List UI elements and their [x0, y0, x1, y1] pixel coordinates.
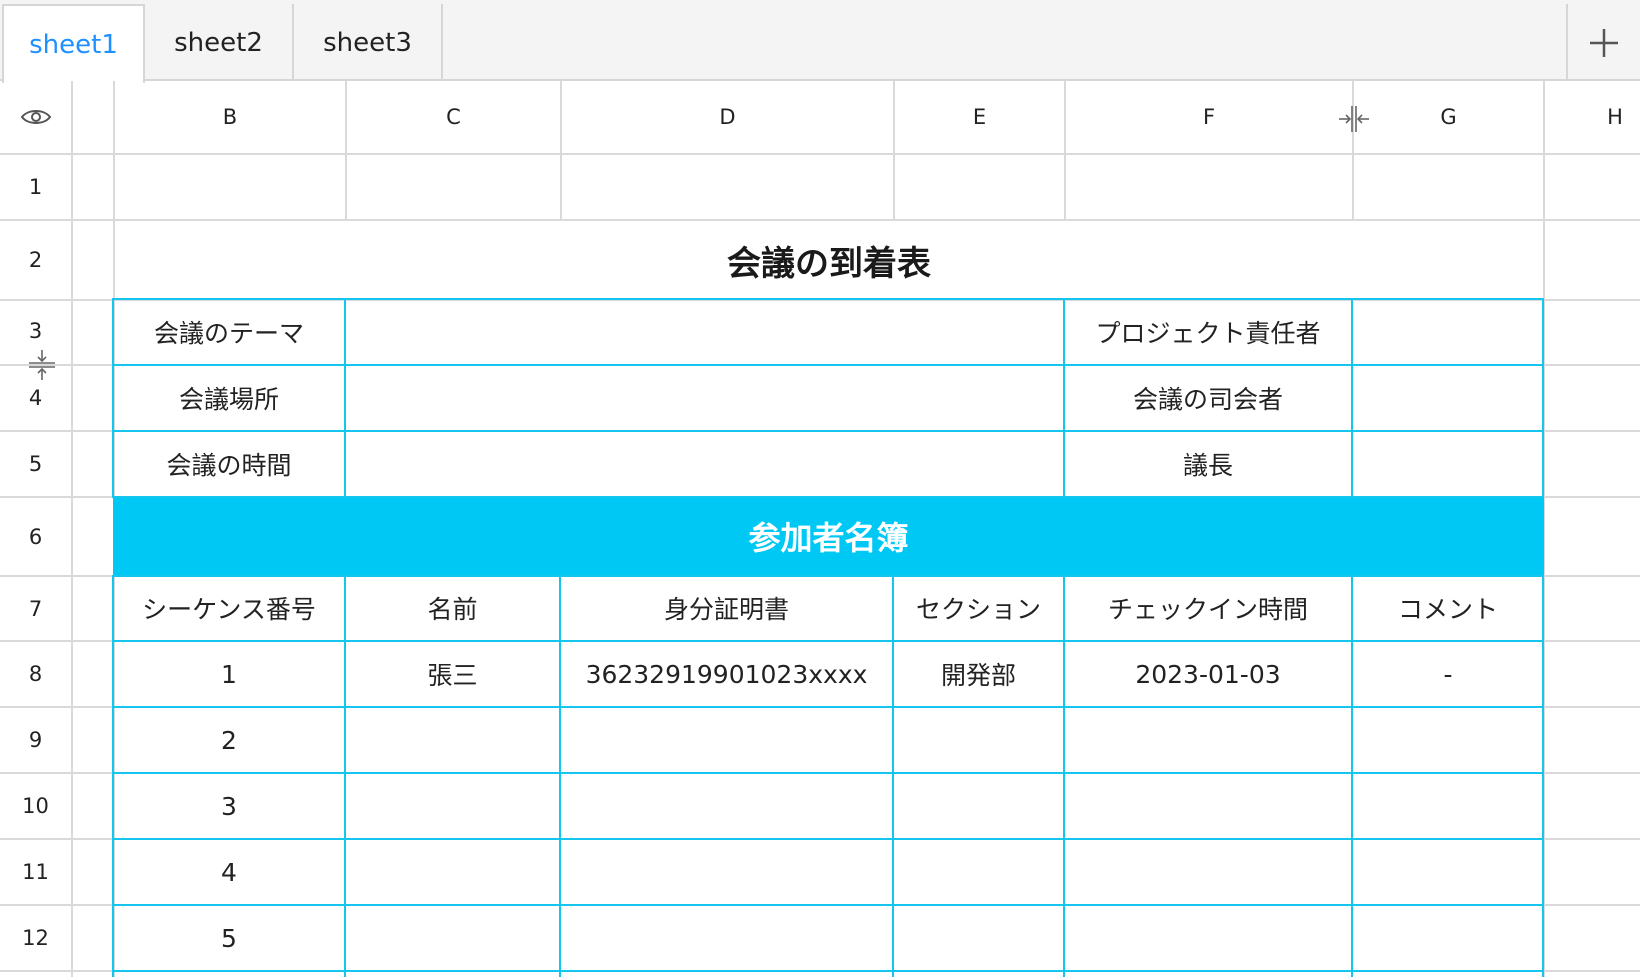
table-header-section[interactable]: セクション [893, 575, 1064, 641]
column-header-b[interactable]: B [115, 81, 345, 153]
table-cell[interactable]: 2023-01-03 [1064, 641, 1352, 707]
table-cell[interactable] [345, 773, 560, 839]
row-header-5[interactable]: 5 [0, 432, 71, 496]
table-cell[interactable] [560, 905, 893, 971]
table-cell[interactable]: - [1352, 641, 1544, 707]
table-cell[interactable] [1352, 839, 1544, 905]
table-cell[interactable] [560, 707, 893, 773]
add-sheet-button[interactable] [1566, 4, 1640, 81]
row-header-1[interactable]: 1 [0, 155, 71, 219]
table-cell[interactable] [345, 707, 560, 773]
table-header-comment[interactable]: コメント [1352, 575, 1544, 641]
table-cell[interactable] [1352, 707, 1544, 773]
table-cell[interactable]: 3 [113, 773, 345, 839]
table-cell[interactable] [345, 839, 560, 905]
value-meeting-host[interactable] [1352, 365, 1544, 431]
table-cell[interactable] [893, 905, 1064, 971]
table-cell[interactable] [1064, 905, 1352, 971]
table-cell[interactable]: 張三 [345, 641, 560, 707]
table-cell[interactable] [1064, 839, 1352, 905]
value-meeting-location[interactable] [345, 365, 1064, 431]
tab-sheet2[interactable]: sheet2 [145, 4, 294, 81]
column-resize-handle[interactable] [1338, 105, 1370, 133]
tab-sheet3[interactable]: sheet3 [294, 4, 443, 81]
table-cell[interactable] [893, 773, 1064, 839]
table-cell[interactable] [1064, 773, 1352, 839]
table-cell[interactable]: 1 [113, 641, 345, 707]
label-project-owner[interactable]: プロジェクト責任者 [1064, 299, 1352, 365]
column-header-g[interactable]: G [1354, 81, 1543, 153]
sheet-title[interactable]: 会議の到着表 [115, 221, 1543, 299]
table-cell[interactable] [893, 839, 1064, 905]
participants-banner[interactable]: 参加者名簿 [113, 496, 1544, 576]
tab-sheet1[interactable]: sheet1 [2, 4, 145, 83]
table-cell[interactable] [560, 773, 893, 839]
toggle-visibility-button[interactable] [0, 81, 71, 153]
spreadsheet-grid: B C D E F G H 1 2 3 4 5 6 7 8 9 10 11 12 [0, 81, 1640, 977]
table-cell[interactable]: 36232919901023xxxx [560, 641, 893, 707]
value-meeting-theme[interactable] [345, 299, 1064, 365]
row-header-2[interactable]: 2 [0, 221, 71, 299]
value-meeting-time[interactable] [345, 431, 1064, 497]
table-cell[interactable] [1352, 773, 1544, 839]
row-header-12[interactable]: 12 [0, 906, 71, 970]
table-cell[interactable] [560, 839, 893, 905]
row-header-10[interactable]: 10 [0, 774, 71, 838]
column-header-h[interactable]: H [1545, 81, 1640, 153]
value-chairperson[interactable] [1352, 431, 1544, 497]
column-header-c[interactable]: C [347, 81, 560, 153]
plus-icon [1590, 28, 1618, 57]
table-cell[interactable]: 5 [113, 905, 345, 971]
column-resize-icon [1339, 106, 1369, 132]
row-header-11[interactable]: 11 [0, 840, 71, 904]
row-resize-handle[interactable] [28, 349, 56, 381]
row-header-8[interactable]: 8 [0, 642, 71, 706]
label-meeting-theme[interactable]: 会議のテーマ [113, 299, 345, 365]
row-header-7[interactable]: 7 [0, 577, 71, 640]
column-header-d[interactable]: D [562, 81, 893, 153]
table-header-checkin-time[interactable]: チェックイン時間 [1064, 575, 1352, 641]
label-meeting-location[interactable]: 会議場所 [113, 365, 345, 431]
eye-icon [20, 110, 51, 124]
table-cell[interactable] [1064, 707, 1352, 773]
column-header-e[interactable]: E [895, 81, 1064, 153]
column-header-f[interactable]: F [1066, 81, 1352, 153]
table-cell[interactable]: 2 [113, 707, 345, 773]
value-project-owner[interactable] [1352, 299, 1544, 365]
sheet-tab-bar: sheet1 sheet2 sheet3 [0, 0, 1640, 83]
label-chairperson[interactable]: 議長 [1064, 431, 1352, 497]
table-header-sequence[interactable]: シーケンス番号 [113, 575, 345, 641]
table-cell[interactable] [345, 905, 560, 971]
row-header-6[interactable]: 6 [0, 498, 71, 575]
table-header-id[interactable]: 身分証明書 [560, 575, 893, 641]
table-header-name[interactable]: 名前 [345, 575, 560, 641]
row-resize-icon [29, 350, 55, 380]
table-cell[interactable] [1352, 905, 1544, 971]
table-cell[interactable]: 開発部 [893, 641, 1064, 707]
label-meeting-host[interactable]: 会議の司会者 [1064, 365, 1352, 431]
label-meeting-time[interactable]: 会議の時間 [113, 431, 345, 497]
table-cell[interactable]: 4 [113, 839, 345, 905]
row-header-9[interactable]: 9 [0, 708, 71, 772]
table-cell[interactable] [893, 707, 1064, 773]
